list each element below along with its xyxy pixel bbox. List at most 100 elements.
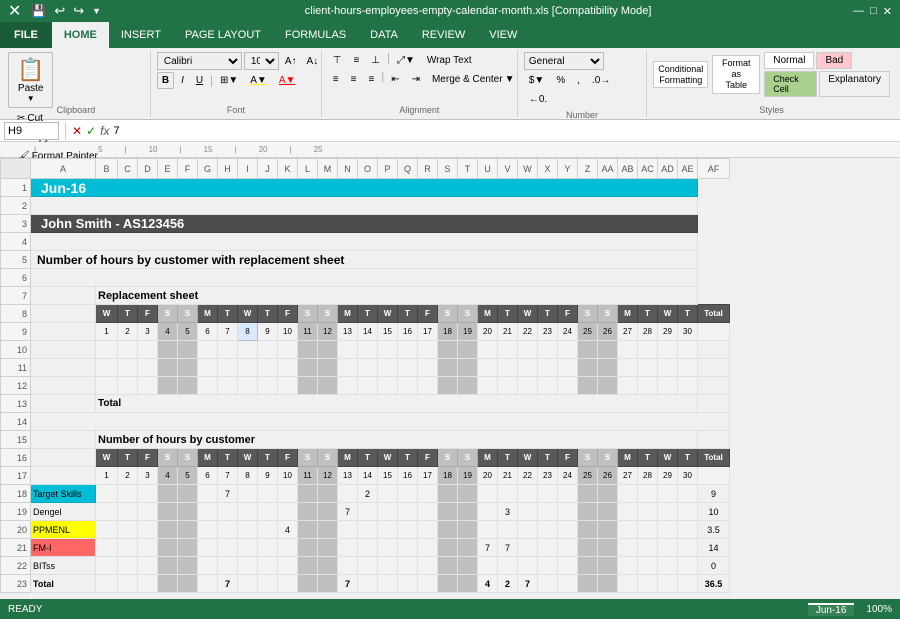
- paste-button[interactable]: 📋 Paste ▼: [8, 52, 53, 108]
- col-header-i[interactable]: I: [238, 159, 258, 179]
- col-header-j[interactable]: J: [258, 159, 278, 179]
- col-header-d[interactable]: D: [138, 159, 158, 179]
- cell-ppmenl[interactable]: PPMENL: [31, 521, 96, 539]
- cell-fmi[interactable]: FM-I: [31, 539, 96, 557]
- formula-input[interactable]: [113, 125, 896, 137]
- cell-jun16[interactable]: Jun-16: [31, 179, 698, 197]
- col-header-q[interactable]: Q: [398, 159, 418, 179]
- col-header-h[interactable]: H: [218, 159, 238, 179]
- col-header-e[interactable]: E: [158, 159, 178, 179]
- merge-center-btn[interactable]: Merge & Center ▼: [427, 71, 520, 88]
- cell-grand-total[interactable]: Total: [31, 575, 96, 593]
- name-box[interactable]: [4, 122, 59, 140]
- tab-view[interactable]: VIEW: [477, 22, 529, 48]
- style-check-box[interactable]: Check Cell: [764, 71, 817, 97]
- align-left-btn[interactable]: ≡: [328, 71, 344, 88]
- align-middle-btn[interactable]: ≡: [349, 52, 365, 69]
- col-header-c[interactable]: C: [118, 159, 138, 179]
- tab-formulas[interactable]: FORMULAS: [273, 22, 358, 48]
- col-header-u[interactable]: U: [478, 159, 498, 179]
- col-header-k[interactable]: K: [278, 159, 298, 179]
- col-header-a[interactable]: A: [31, 159, 96, 179]
- customize-qat-btn[interactable]: ▼: [90, 4, 103, 18]
- col-header-x[interactable]: X: [538, 159, 558, 179]
- col-header-ac[interactable]: AC: [638, 159, 658, 179]
- col-header-ae[interactable]: AE: [678, 159, 698, 179]
- col-header-t[interactable]: T: [458, 159, 478, 179]
- sheet-tab[interactable]: Jun-16: [808, 603, 855, 616]
- align-top-btn[interactable]: ⊤: [328, 52, 347, 69]
- col-header-ad[interactable]: AD: [658, 159, 678, 179]
- save-qat-btn[interactable]: 💾: [29, 2, 48, 20]
- cell-target-skills[interactable]: Target Skills: [31, 485, 96, 503]
- font-family-select[interactable]: Calibri: [157, 52, 242, 70]
- cell-hours-by-customer[interactable]: Number of hours by customer: [96, 431, 698, 449]
- currency-btn[interactable]: $▼: [524, 72, 549, 89]
- indent-increase-btn[interactable]: ⇥: [407, 71, 425, 88]
- cell-title[interactable]: Number of hours by customer with replace…: [31, 251, 698, 269]
- style-explanatory-box[interactable]: Explanatory: [819, 71, 890, 97]
- cancel-formula-icon[interactable]: ✕: [72, 124, 82, 138]
- style-normal-box[interactable]: Normal: [764, 52, 814, 69]
- col-header-y[interactable]: Y: [558, 159, 578, 179]
- cell-replacement-total[interactable]: Total: [96, 395, 698, 413]
- percent-btn[interactable]: %: [551, 72, 570, 89]
- wrap-text-btn[interactable]: Wrap Text: [422, 52, 477, 69]
- align-bottom-btn[interactable]: ⊥: [366, 52, 385, 69]
- tab-file[interactable]: FILE: [0, 22, 52, 48]
- redo-qat-btn[interactable]: ↪: [71, 1, 86, 21]
- style-bad-box[interactable]: Bad: [816, 52, 852, 69]
- increase-decimal-btn[interactable]: .0→: [587, 72, 615, 89]
- col-header-o[interactable]: O: [358, 159, 378, 179]
- col-header-l[interactable]: L: [298, 159, 318, 179]
- col-header-b[interactable]: B: [96, 159, 118, 179]
- col-header-ab[interactable]: AB: [618, 159, 638, 179]
- align-center-btn[interactable]: ≡: [346, 71, 362, 88]
- tab-review[interactable]: REVIEW: [410, 22, 477, 48]
- cell-dengel[interactable]: Dengel: [31, 503, 96, 521]
- undo-qat-btn[interactable]: ↩: [52, 1, 67, 21]
- col-header-z[interactable]: Z: [578, 159, 598, 179]
- format-as-table-btn[interactable]: Format as Table: [712, 55, 760, 93]
- decrease-decimal-btn[interactable]: ←0.: [524, 91, 552, 108]
- increase-font-btn[interactable]: A↑: [281, 54, 301, 69]
- number-format-select[interactable]: General: [524, 52, 604, 70]
- tab-home[interactable]: HOME: [52, 22, 109, 48]
- cell-bitss[interactable]: BITss: [31, 557, 96, 575]
- col-header-s[interactable]: S: [438, 159, 458, 179]
- italic-btn[interactable]: I: [176, 72, 189, 89]
- tab-data[interactable]: DATA: [358, 22, 410, 48]
- cell-replacement-sheet[interactable]: Replacement sheet: [96, 287, 698, 305]
- bold-btn[interactable]: B: [157, 72, 174, 89]
- font-color-btn[interactable]: A▼: [274, 72, 301, 89]
- confirm-formula-icon[interactable]: ✓: [86, 124, 96, 138]
- conditional-formatting-btn[interactable]: Conditional Formatting: [653, 61, 708, 89]
- col-header-p[interactable]: P: [378, 159, 398, 179]
- font-size-select[interactable]: 10: [244, 52, 279, 70]
- tab-insert[interactable]: INSERT: [109, 22, 173, 48]
- col-header-v[interactable]: V: [498, 159, 518, 179]
- table-row: 21 FM-I 7 7 14: [1, 539, 730, 557]
- col-header-f[interactable]: F: [178, 159, 198, 179]
- tab-page-layout[interactable]: PAGE LAYOUT: [173, 22, 273, 48]
- borders-btn[interactable]: ⊞▼: [215, 72, 243, 89]
- col-header-w[interactable]: W: [518, 159, 538, 179]
- underline-btn[interactable]: U: [191, 72, 208, 89]
- col-header-n[interactable]: N: [338, 159, 358, 179]
- zoom-control[interactable]: 100%: [866, 604, 892, 615]
- col-header-r[interactable]: R: [418, 159, 438, 179]
- col-header-m[interactable]: M: [318, 159, 338, 179]
- align-right-btn[interactable]: ≡: [363, 71, 379, 88]
- cell-name[interactable]: John Smith - AS123456: [31, 215, 698, 233]
- comma-btn[interactable]: ,: [572, 72, 585, 89]
- table-row: 19 Dengel 7 3 10: [1, 503, 730, 521]
- decrease-font-btn[interactable]: A↓: [303, 54, 323, 69]
- col-header-aa[interactable]: AA: [598, 159, 618, 179]
- grid-wrapper[interactable]: A B C D E F G H I J K L M N O P Q: [0, 158, 900, 599]
- indent-decrease-btn[interactable]: ⇤: [386, 71, 404, 88]
- title-bar: ✕ 💾 ↩ ↪ ▼ client-hours-employees-empty-c…: [0, 0, 900, 22]
- col-header-af[interactable]: AF: [698, 159, 730, 179]
- rotate-text-btn[interactable]: ⤢▼: [392, 52, 420, 69]
- fill-color-btn[interactable]: A▼: [245, 72, 272, 89]
- col-header-g[interactable]: G: [198, 159, 218, 179]
